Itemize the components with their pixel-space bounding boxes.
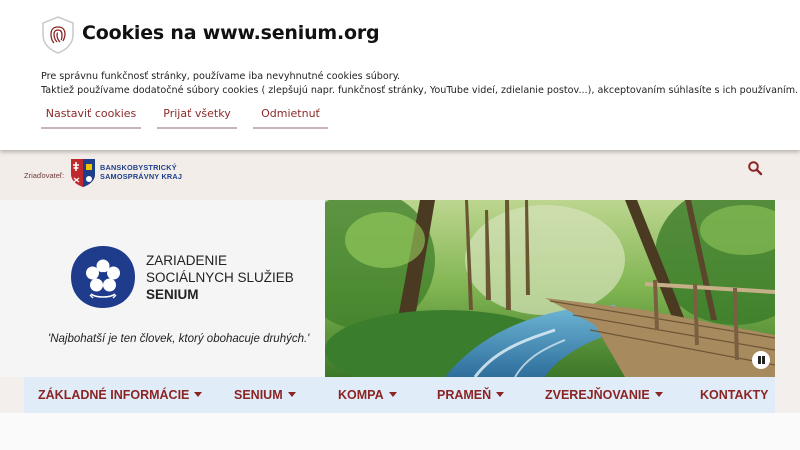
- fingerprint-shield-icon: [42, 16, 74, 54]
- organization-name: ZARIADENIE SOCIÁLNYCH SLUŽIEB SENIUM: [146, 252, 294, 303]
- founder-label: Zriaďovateľ:: [24, 171, 65, 180]
- nav-item-label: ZVEREJŇOVANIE: [545, 388, 650, 402]
- org-name-line1: ZARIADENIE: [146, 253, 228, 268]
- org-name-line2: SOCIÁLNYCH SLUŽIEB: [146, 270, 294, 285]
- cookie-reject-button[interactable]: Odmietnuť: [253, 107, 328, 129]
- nav-item-label: KOMPA: [338, 388, 384, 402]
- motto-quote: 'Najbohatší je ten človek, ktorý obohacu…: [48, 333, 310, 345]
- nav-item-pramen[interactable]: PRAMEŇ: [437, 388, 505, 402]
- nav-item-kontakty[interactable]: KONTAKTY: [700, 388, 769, 402]
- nav-item-zakladne-informacie[interactable]: ZÁKLADNÉ INFORMÁCIE: [38, 388, 203, 402]
- hero-slideshow-image: [325, 200, 775, 377]
- founder-name-line2: SAMOSPRÁVNY KRAJ: [100, 172, 183, 181]
- cookie-text-line2: Taktiež používame dodatočné súbory cooki…: [41, 85, 799, 96]
- chevron-down-icon: [194, 392, 203, 397]
- nav-item-label: PRAMEŇ: [437, 388, 492, 402]
- founder-name[interactable]: BANSKOBYSTRICKÝ SAMOSPRÁVNY KRAJ: [100, 163, 182, 181]
- nav-item-label: ZÁKLADNÉ INFORMÁCIE: [38, 388, 190, 402]
- pause-slideshow-button[interactable]: [752, 351, 770, 369]
- region-coat-of-arms-icon[interactable]: [70, 158, 96, 188]
- cookie-settings-button[interactable]: Nastaviť cookies: [41, 107, 141, 129]
- nav-item-senium[interactable]: SENIUM: [234, 388, 296, 402]
- cookie-banner: Cookies na www.senium.org Pre správnu fu…: [0, 0, 800, 150]
- nav-item-label: SENIUM: [234, 388, 283, 402]
- cookie-title: Cookies na www.senium.org: [82, 22, 380, 44]
- search-icon[interactable]: [747, 160, 763, 176]
- cookie-accept-all-button[interactable]: Prijať všetky: [157, 107, 237, 129]
- org-name-line3: SENIUM: [146, 287, 199, 302]
- page: Cookies na www.senium.org Pre správnu fu…: [0, 0, 800, 450]
- content-area: [0, 413, 800, 450]
- founder-name-line1: BANSKOBYSTRICKÝ: [100, 163, 177, 172]
- chevron-down-icon: [654, 392, 663, 397]
- nav-item-kompa[interactable]: KOMPA: [338, 388, 397, 402]
- chevron-down-icon: [388, 392, 397, 397]
- cookie-text-line1: Pre správnu funkčnosť stránky, používame…: [41, 71, 401, 82]
- nav-item-label: KONTAKTY: [700, 388, 769, 402]
- nav-item-zverejnovanie[interactable]: ZVEREJŇOVANIE: [545, 388, 663, 402]
- chevron-down-icon: [496, 392, 505, 397]
- chevron-down-icon: [287, 392, 296, 397]
- top-bar: Zriaďovateľ: BANSKOBYSTRICKÝ SAMOSPRÁVNY…: [0, 150, 800, 200]
- main-navigation: ZÁKLADNÉ INFORMÁCIE SENIUM KOMPA PRAMEŇ …: [24, 377, 775, 413]
- senium-logo-icon[interactable]: [69, 244, 137, 310]
